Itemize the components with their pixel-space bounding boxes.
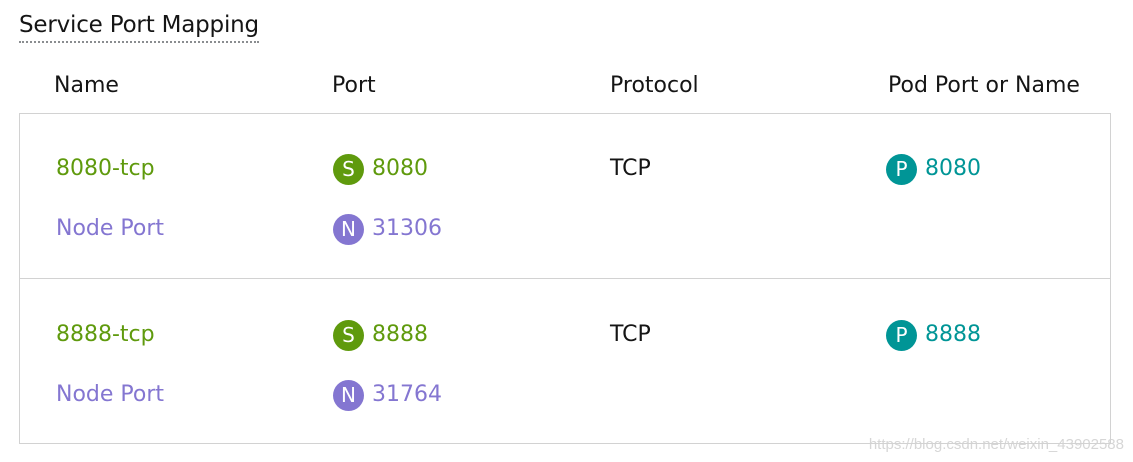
pod-port-cell: P 8888 [886,319,981,351]
node-port-label: Node Port [56,216,165,241]
pod-badge-icon: P [886,153,917,185]
header-name[interactable]: Name [54,70,119,102]
pod-port-value: 8080 [925,156,981,181]
protocol-value: TCP [610,156,651,181]
node-badge-icon: N [333,213,364,245]
header-port[interactable]: Port [332,70,376,102]
protocol-value: TCP [610,322,651,347]
node-badge-icon: N [333,379,364,411]
watermark: https://blog.csdn.net/weixin_43902588 [868,436,1124,453]
pod-port-cell: P 8080 [886,153,981,185]
service-port-cell: S 8080 [333,153,428,185]
service-port-cell: S 8888 [333,319,428,351]
header-protocol[interactable]: Protocol [610,70,699,102]
node-port-label: Node Port [56,382,165,407]
node-port-value: 31306 [372,216,442,241]
service-port-value: 8888 [372,322,428,347]
node-port-value: 31764 [372,382,442,407]
service-badge-icon: S [333,319,364,351]
pod-port-value: 8888 [925,322,981,347]
service-badge-icon: S [333,153,364,185]
port-name-8080-tcp: 8080-tcp [56,156,155,181]
service-port-value: 8080 [372,156,428,181]
section-title: Service Port Mapping [19,10,259,43]
table-header: Name Port Protocol Pod Port or Name [0,70,1133,102]
row-divider [19,278,1111,279]
node-port-cell: N 31306 [333,213,442,245]
node-port-cell: N 31764 [333,379,442,411]
port-name-8888-tcp: 8888-tcp [56,322,155,347]
pod-badge-icon: P [886,319,917,351]
header-pod-port[interactable]: Pod Port or Name [888,70,1080,102]
